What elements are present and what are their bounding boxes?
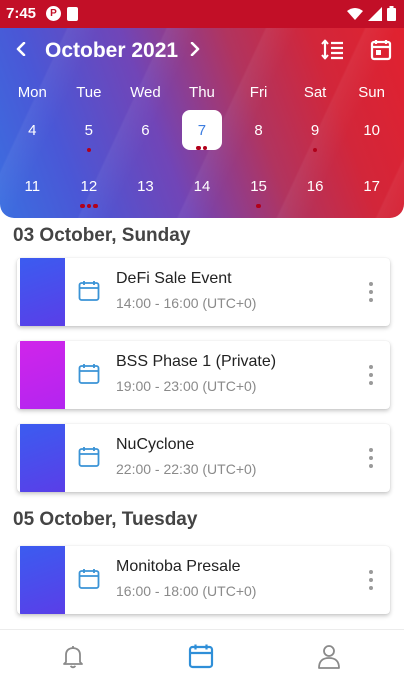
bell-icon [63,646,83,669]
event-dots [287,147,344,152]
date-section-title: 05 October, Tuesday [13,509,198,530]
day-number: 14 [193,178,211,195]
day-cell[interactable]: 8 [230,110,287,154]
calendar-today-icon [370,40,392,61]
date-section-title: 03 October, Sunday [13,225,191,246]
event-color-bar [20,424,65,492]
nav-notifications[interactable] [60,643,86,669]
event-card[interactable]: Monitoba Presale 16:00 - 18:00 (UTC+0) [17,546,390,614]
event-color-bar [20,258,65,326]
weekday-row: Mon Tue Wed Thu Fri Sat Sun [4,84,400,101]
month-title[interactable]: October 2021 [45,39,178,63]
day-cell[interactable]: 9 [287,110,344,154]
day-number: 11 [24,178,41,195]
day-number: 4 [28,122,37,139]
day-number: 8 [254,122,263,139]
day-cell[interactable]: 5 [61,110,118,154]
event-dot [202,145,208,150]
sort-button[interactable] [321,38,345,62]
more-options-icon[interactable] [368,448,374,468]
more-options-icon[interactable] [368,365,374,385]
status-left-icons: P [46,6,78,21]
event-time: 14:00 - 16:00 (UTC+0) [116,295,257,311]
event-dot [256,203,261,208]
event-dots [230,203,287,208]
p-badge-icon: P [46,6,61,21]
event-card[interactable]: BSS Phase 1 (Private) 19:00 - 23:00 (UTC… [17,341,390,409]
bottom-navigation [0,629,404,679]
event-card[interactable]: DeFi Sale Event 14:00 - 16:00 (UTC+0) [17,258,390,326]
event-title: NuCyclone [116,436,195,453]
day-cell[interactable]: 4 [4,110,61,154]
status-time: 7:45 [6,5,37,22]
event-dots [61,203,118,208]
day-number: 10 [363,122,380,139]
nav-calendar[interactable] [188,643,214,669]
day-number: 16 [306,178,324,195]
event-card[interactable]: NuCyclone 22:00 - 22:30 (UTC+0) [17,424,390,492]
calendar-header: October 2021 Mon Tue Wed Thu Fri Sat Sun… [0,28,404,218]
calendar-icon [78,281,100,301]
day-cell[interactable]: 15 [230,166,287,210]
weekday-label: Thu [189,84,215,101]
event-color-bar [20,341,65,409]
day-cell[interactable]: 13 [117,166,174,210]
sort-icon [321,39,343,60]
chevron-left-icon [16,42,26,56]
event-title: Monitoba Presale [116,558,241,575]
day-cell-selected[interactable]: 7 [174,110,231,154]
event-dot [93,203,98,208]
event-color-bar [20,546,65,614]
event-dot [312,147,318,152]
week-row: 4 5 6 7 8 9 10 [4,110,400,154]
day-cell[interactable]: 11 [4,166,61,210]
weekday-label: Sun [358,84,385,101]
calendar-today-button[interactable] [369,38,393,62]
weekday-label: Sat [303,84,327,101]
event-dot [196,145,201,150]
battery-icon [387,6,396,21]
event-dot [86,203,92,208]
day-cell[interactable]: 14 [174,166,231,210]
event-title: DeFi Sale Event [116,270,232,287]
next-month-button[interactable] [184,38,206,60]
signal-icon [368,6,382,21]
event-title: BSS Phase 1 (Private) [116,353,277,370]
day-number: 13 [137,178,154,195]
weekday-label: Tue [76,84,102,101]
weekday-label: Mon [17,84,47,101]
status-bar: 7:45 P [0,0,404,28]
day-number: 6 [141,122,150,139]
day-cell[interactable]: 6 [117,110,174,154]
sd-card-icon [67,7,78,21]
wifi-icon [347,7,363,20]
event-time: 22:00 - 22:30 (UTC+0) [116,461,257,477]
day-cell[interactable]: 10 [343,110,400,154]
calendar-icon [188,644,214,669]
calendar-icon [78,447,100,467]
event-dot [80,203,85,208]
event-dot [86,147,92,152]
event-dots [61,147,118,152]
event-dots [174,145,231,150]
status-right-icons [347,6,396,21]
day-cell[interactable]: 12 [61,166,118,210]
prev-month-button[interactable] [10,38,32,60]
event-time: 16:00 - 18:00 (UTC+0) [116,583,257,599]
nav-profile[interactable] [316,643,342,669]
more-options-icon[interactable] [368,570,374,590]
weekday-label: Fri [249,84,268,101]
day-cell[interactable]: 16 [287,166,344,210]
event-time: 19:00 - 23:00 (UTC+0) [116,378,257,394]
weekday-label: Wed [130,84,161,101]
calendar-icon [78,364,100,384]
day-cell[interactable]: 17 [343,166,400,210]
user-icon [318,645,340,669]
week-row: 11 12 13 14 15 16 17 [4,166,400,210]
more-options-icon[interactable] [368,282,374,302]
calendar-icon [78,569,100,589]
chevron-right-icon [190,42,200,56]
day-number: 17 [363,178,380,195]
